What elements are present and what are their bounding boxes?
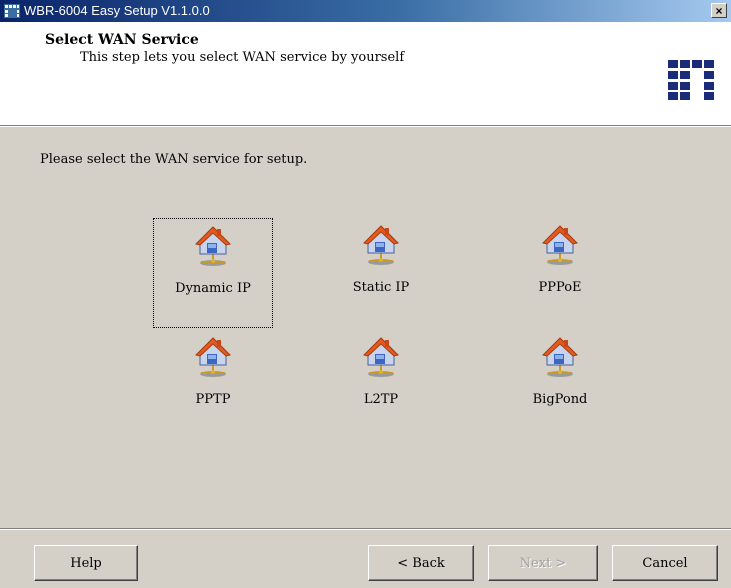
house-network-icon — [361, 222, 401, 266]
close-icon: × — [715, 3, 723, 18]
service-option-pppoe[interactable]: PPPoE — [500, 218, 620, 328]
service-label: PPPoE — [538, 280, 582, 295]
help-button[interactable]: Help — [34, 545, 138, 581]
header-divider — [0, 126, 731, 127]
service-option-bigpond[interactable]: BigPond — [500, 330, 620, 440]
service-label: Static IP — [352, 280, 410, 295]
service-label: BigPond — [532, 392, 588, 407]
footer-divider — [0, 528, 731, 530]
service-option-dynamic-ip[interactable]: Dynamic IP — [153, 218, 273, 328]
wizard-header: Select WAN Service This step lets you se… — [0, 22, 731, 126]
house-network-icon — [540, 334, 580, 378]
house-network-icon — [193, 334, 233, 378]
service-label: PPTP — [195, 392, 231, 407]
house-network-icon — [361, 334, 401, 378]
page-title: Select WAN Service — [45, 32, 199, 48]
window-titlebar: WBR-6004 Easy Setup V1.1.0.0 × — [0, 0, 731, 22]
app-icon — [4, 4, 20, 18]
next-button[interactable]: Next > — [488, 545, 598, 581]
back-button[interactable]: < Back — [368, 545, 474, 581]
brand-logo-icon — [668, 60, 714, 100]
page-subtitle: This step lets you select WAN service by… — [80, 50, 405, 65]
service-option-pptp[interactable]: PPTP — [153, 330, 273, 440]
service-option-l2tp[interactable]: L2TP — [321, 330, 441, 440]
close-button[interactable]: × — [711, 3, 727, 18]
window-title: WBR-6004 Easy Setup V1.1.0.0 — [24, 3, 210, 18]
cancel-button[interactable]: Cancel — [612, 545, 718, 581]
service-label: Dynamic IP — [175, 281, 251, 296]
house-network-icon — [540, 222, 580, 266]
service-option-static-ip[interactable]: Static IP — [321, 218, 441, 328]
instruction-text: Please select the WAN service for setup. — [40, 152, 308, 167]
service-label: L2TP — [363, 392, 399, 407]
house-network-icon — [193, 223, 233, 267]
